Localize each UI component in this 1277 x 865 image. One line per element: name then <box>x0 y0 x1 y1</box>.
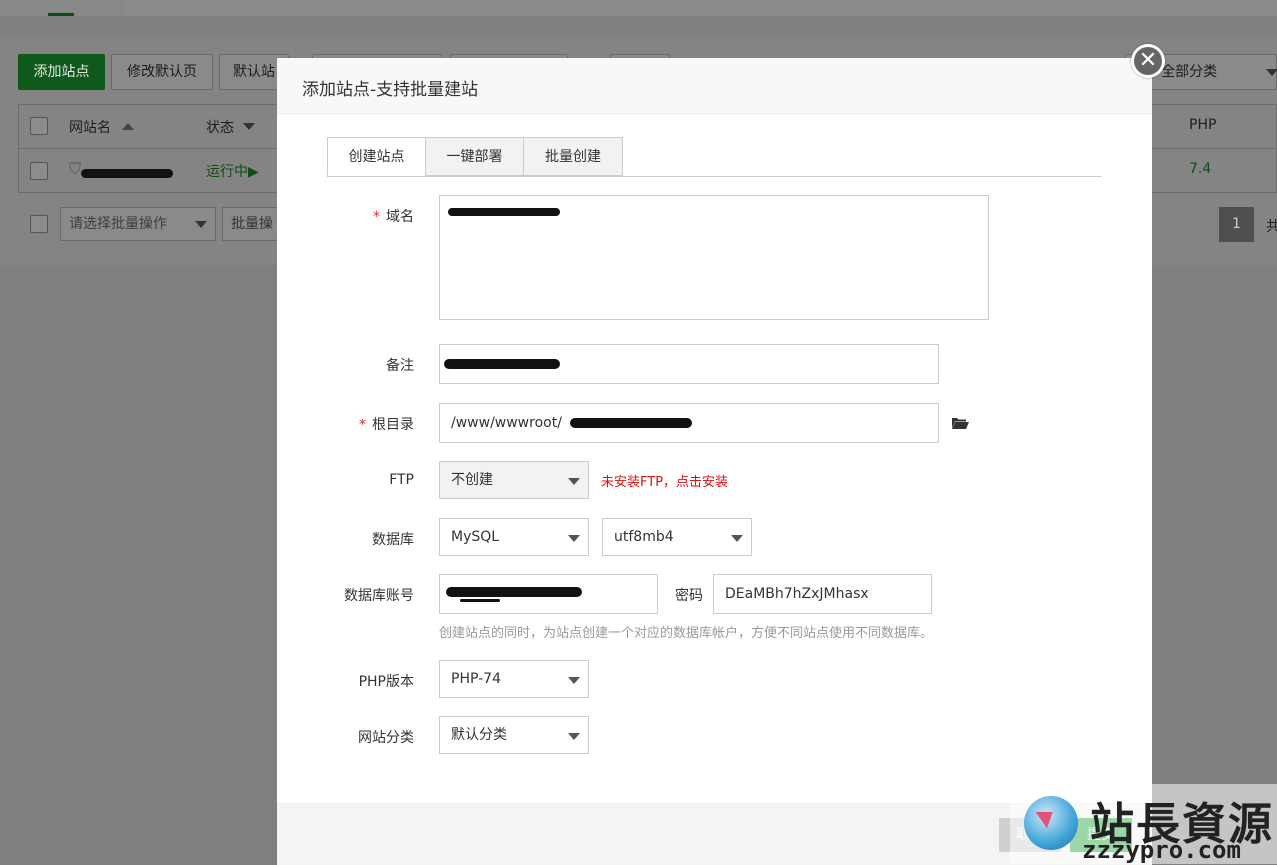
sort-desc-icon[interactable] <box>243 123 255 130</box>
redacted-db-account-underline <box>460 599 500 602</box>
root-dir-input[interactable]: /www/wwwroot/ <box>439 403 939 443</box>
required-mark: * <box>359 417 366 433</box>
chevron-down-icon <box>731 535 743 542</box>
close-icon[interactable]: ✕ <box>1131 44 1165 78</box>
add-site-button[interactable]: 添加站点 <box>18 54 105 90</box>
site-category-label: 网站分类 <box>358 730 414 746</box>
watermark-url: zzzypro.com <box>1082 836 1241 864</box>
select-all-checkbox[interactable] <box>30 117 48 135</box>
remark-label: 备注 <box>386 358 414 374</box>
remark-input[interactable] <box>439 344 939 384</box>
database-charset-value: utf8mb4 <box>614 529 674 545</box>
domain-label: * 域名 <box>373 209 414 225</box>
col-site-name[interactable]: 网站名 <box>69 117 111 137</box>
batch-apply-button[interactable]: 批量操 <box>222 207 278 241</box>
php-version-value: PHP-74 <box>451 671 501 687</box>
add-site-dialog: 添加站点-支持批量建站 创建站点 一键部署 批量创建 * 域名 备注 * 根目录 /… <box>277 58 1152 865</box>
chevron-down-icon <box>568 478 580 485</box>
shield-icon: ⛉ <box>69 159 82 178</box>
dialog-header: 添加站点-支持批量建站 <box>277 58 1152 114</box>
database-charset-select[interactable]: utf8mb4 <box>602 518 752 556</box>
chevron-down-icon <box>568 733 580 740</box>
chevron-down-icon <box>195 221 207 228</box>
batch-operation-placeholder: 请选择批量操作 <box>69 216 167 232</box>
col-status[interactable]: 状态 <box>206 117 234 137</box>
tab-one-click-deploy[interactable]: 一键部署 <box>425 137 524 176</box>
db-help-text: 创建站点的同时，为站点创建一个对应的数据库帐户，方便不同站点使用不同数据库。 <box>439 626 934 641</box>
root-dir-value: /www/wwwroot/ <box>451 415 562 431</box>
ftp-select[interactable]: 不创建 <box>439 461 589 499</box>
dialog-tabs: 创建站点 一键部署 批量创建 <box>327 137 1102 177</box>
chevron-down-icon <box>1266 69 1277 76</box>
folder-open-icon[interactable] <box>951 416 969 429</box>
php-version-label: PHP版本 <box>358 674 414 690</box>
row-checkbox[interactable] <box>30 162 48 180</box>
db-account-label: 数据库账号 <box>344 588 414 604</box>
dialog-title: 添加站点-支持批量建站 <box>302 80 479 100</box>
ftp-install-link[interactable]: 未安装FTP，点击安装 <box>601 471 728 490</box>
required-mark: * <box>373 209 380 225</box>
chevron-down-icon <box>568 677 580 684</box>
root-dir-label: * 根目录 <box>359 417 414 433</box>
domain-textarea[interactable] <box>439 195 989 320</box>
pagination-current[interactable]: 1 <box>1219 207 1254 242</box>
database-type-select[interactable]: MySQL <box>439 518 589 556</box>
php-version-select[interactable]: PHP-74 <box>439 660 589 698</box>
db-password-label: 密码 <box>675 588 703 604</box>
redacted-root-dir <box>570 418 692 428</box>
ftp-select-value: 不创建 <box>451 472 493 488</box>
pagination-total-label: 共 <box>1266 219 1277 235</box>
row-php-version[interactable]: 7.4 <box>1189 161 1211 177</box>
top-tab-bar <box>0 0 1277 16</box>
tab-create-site[interactable]: 创建站点 <box>327 137 426 176</box>
watermark-logo: 站長資源 zzzypro.com <box>1010 784 1277 864</box>
db-password-input[interactable]: DEaMBh7hZxJMhasx <box>713 574 932 614</box>
batch-checkbox[interactable] <box>30 215 48 233</box>
database-label: 数据库 <box>372 532 414 548</box>
redacted-remark <box>444 359 560 369</box>
row-status[interactable]: 运行中▶ <box>206 161 259 181</box>
site-category-value: 默认分类 <box>451 727 507 743</box>
ftp-label: FTP <box>389 472 414 488</box>
active-tab-indicator <box>48 13 74 16</box>
edit-default-page-button[interactable]: 修改默认页 <box>111 54 213 90</box>
sort-asc-icon[interactable] <box>122 123 134 130</box>
chevron-down-icon <box>568 535 580 542</box>
database-type-value: MySQL <box>451 529 500 545</box>
redacted-site-name <box>81 169 173 178</box>
db-account-input[interactable] <box>439 574 658 614</box>
db-password-value: DEaMBh7hZxJMhasx <box>725 586 869 602</box>
site-category-select[interactable]: 默认分类 <box>439 716 589 754</box>
tab-batch-create[interactable]: 批量创建 <box>523 137 623 176</box>
batch-operation-select[interactable]: 请选择批量操作 <box>60 207 216 241</box>
redacted-db-account <box>446 587 582 597</box>
col-php: PHP <box>1189 117 1217 133</box>
redacted-domain <box>448 208 560 216</box>
